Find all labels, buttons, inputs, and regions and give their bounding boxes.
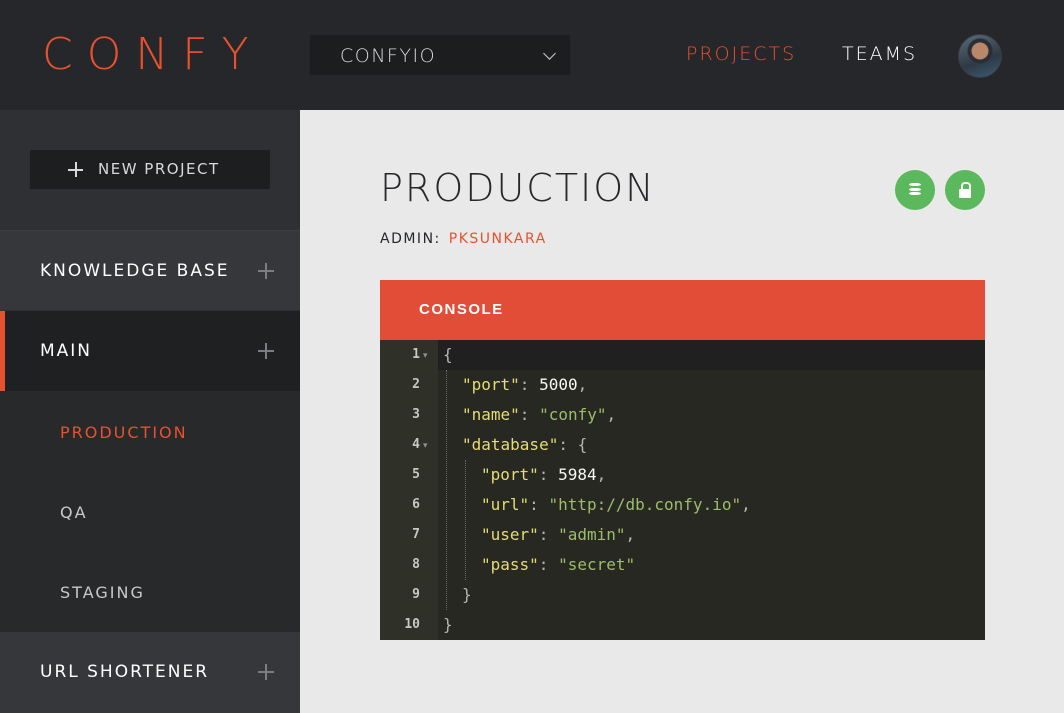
nav-teams-link[interactable]: TEAMS [842,42,917,66]
code-line: "name": "confy", [462,405,617,424]
fold-arrow-icon[interactable]: ▾ [423,430,428,460]
code-line: } [462,585,472,604]
sidebar: NEW PROJECT KNOWLEDGE BASE MAIN PRODUCTI… [0,110,300,713]
admin-name-link[interactable]: PKSUNKARA [449,231,547,247]
console-editor[interactable]: 1 2 3 4 5 6 7 8 9 10 ▾ ▾ { "port": 5000,… [380,340,985,640]
top-header: CONFY CONFYIO PROJECTS TEAMS [0,0,1064,110]
line-number: 5 [412,467,420,482]
line-number: 2 [412,377,420,392]
user-avatar[interactable] [958,34,1002,78]
line-number: 8 [412,557,420,572]
project-label: URL SHORTENER [40,662,210,682]
console-title: CONSOLE [419,301,504,318]
admin-label: ADMIN: [380,231,441,247]
organization-select[interactable]: CONFYIO [310,35,570,75]
lock-icon [959,182,971,198]
indent-guide [446,370,448,610]
code-line: "user": "admin", [481,525,636,544]
line-number: 4 [412,437,420,452]
line-number: 9 [412,587,420,602]
active-indicator [0,311,5,391]
nav-projects-link[interactable]: PROJECTS [686,42,796,66]
code-line: "database": { [462,435,588,454]
code-line: "url": "http://db.confy.io", [481,495,751,514]
project-label: KNOWLEDGE BASE [40,261,230,281]
database-icon [909,183,921,197]
new-project-button[interactable]: NEW PROJECT [30,150,270,189]
sidebar-project-url-shortener[interactable]: URL SHORTENER [0,632,300,713]
fold-arrow-icon[interactable]: ▾ [423,340,428,370]
organization-select-value: CONFYIO [340,45,437,67]
environment-production[interactable]: PRODUCTION [60,423,188,443]
database-button[interactable] [895,170,935,210]
chevron-down-icon [543,47,556,60]
sidebar-project-main[interactable]: MAIN [0,311,300,391]
plus-icon[interactable] [258,343,274,359]
line-number: 7 [412,527,420,542]
code-line: } [443,615,453,634]
sidebar-project-knowledge-base[interactable]: KNOWLEDGE BASE [0,230,300,310]
code-line: "pass": "secret" [481,555,636,574]
environment-list: PRODUCTION QA STAGING [0,391,300,632]
logo[interactable]: CONFY [42,30,262,80]
line-number: 10 [404,617,420,632]
indent-guide [465,460,467,580]
plus-icon[interactable] [258,263,274,279]
line-number: 1 [412,347,420,362]
plus-icon[interactable] [258,664,274,680]
code-line: "port": 5000, [462,375,588,394]
lock-button[interactable] [945,170,985,210]
line-number: 6 [412,497,420,512]
active-line-highlight [380,340,985,370]
admin-info: ADMIN: PKSUNKARA [380,231,547,247]
environment-staging[interactable]: STAGING [60,583,145,603]
code-line: { [443,345,453,364]
plus-icon [68,162,83,177]
code-line: "port": 5984, [481,465,607,484]
project-label: MAIN [40,341,93,361]
new-project-label: NEW PROJECT [98,160,220,178]
console-header: CONSOLE [380,280,985,340]
line-number: 3 [412,407,420,422]
environment-qa[interactable]: QA [60,503,88,523]
page-title: PRODUCTION [380,166,656,210]
